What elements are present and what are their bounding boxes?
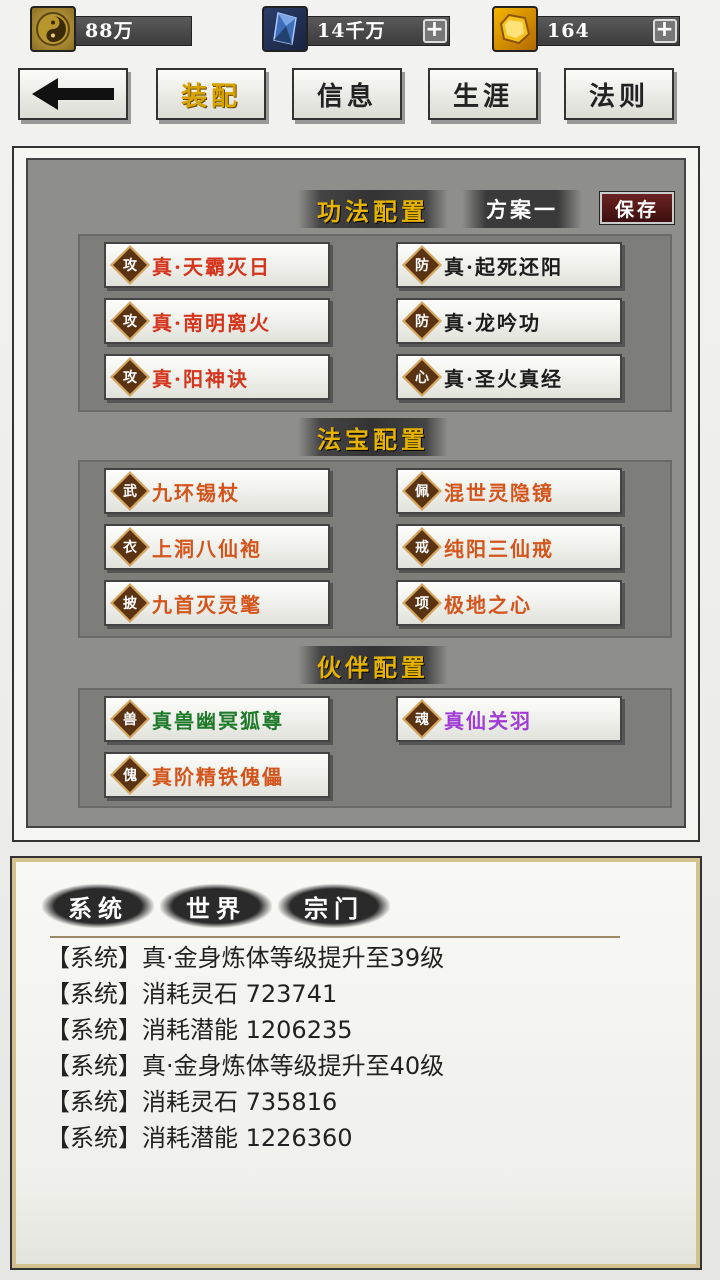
resource-crystal-amount: 14千万: [317, 20, 386, 42]
treasure-type-badge: 佩: [402, 471, 442, 511]
skill-type-label: 攻: [123, 258, 137, 274]
chat-message: 【系统】真·金身炼体等级提升至39级: [46, 944, 445, 972]
treasure-type-label: 武: [123, 484, 137, 500]
treasure-name: 上洞八仙袍: [152, 536, 262, 561]
skill-name: 真·南明离火: [152, 310, 271, 335]
partner-name: 真阶精铁傀儡: [152, 764, 284, 789]
treasure-name: 九首灭灵氅: [152, 592, 262, 617]
treasure-name: 极地之心: [444, 592, 532, 617]
blue-crystal-icon: [262, 6, 308, 52]
save-button[interactable]: 保存: [599, 191, 675, 225]
treasure-slot[interactable]: 戒纯阳三仙戒: [396, 524, 622, 570]
treasure-type-label: 项: [415, 596, 429, 612]
resource-crystal: 14千万 +: [262, 6, 450, 52]
skill-slot[interactable]: 防真·龙吟功: [396, 298, 622, 344]
treasure-name: 混世灵隐镜: [444, 480, 554, 505]
add-crystal-button[interactable]: +: [423, 19, 447, 43]
partner-type-label: 魂: [415, 712, 429, 728]
skill-type-label: 防: [415, 258, 429, 274]
chat-message: 【系统】消耗灵石 723741: [46, 980, 338, 1008]
chat-panel: 系统 世界 宗门 【系统】真·金身炼体等级提升至39级 【系统】消耗灵石 723…: [10, 856, 702, 1270]
treasure-slot[interactable]: 衣上洞八仙袍: [104, 524, 330, 570]
skill-name: 真·阳神诀: [152, 366, 249, 391]
skill-type-label: 攻: [123, 314, 137, 330]
skills-section-title: 功法配置: [298, 190, 448, 228]
partner-section-title: 伙伴配置: [298, 646, 448, 684]
treasure-type-badge: 衣: [110, 527, 150, 567]
skill-slot[interactable]: 防真·起死还阳: [396, 242, 622, 288]
treasure-name: 纯阳三仙戒: [444, 536, 554, 561]
skill-slot[interactable]: 攻真·阳神诀: [104, 354, 330, 400]
chat-message: 【系统】消耗灵石 735816: [46, 1088, 338, 1116]
skill-type-badge: 攻: [110, 245, 150, 285]
skill-name: 真·起死还阳: [444, 254, 563, 279]
yin-yang-coin-icon: [30, 6, 76, 52]
tab-law[interactable]: 法则: [564, 68, 674, 120]
skill-type-badge: 防: [402, 301, 442, 341]
partner-slot[interactable]: 魂真仙关羽: [396, 696, 622, 742]
resource-coin: 88万: [30, 6, 192, 52]
partner-type-label: 傀: [123, 768, 137, 784]
treasure-type-badge: 项: [402, 583, 442, 623]
add-gold-button[interactable]: +: [653, 19, 677, 43]
treasure-type-badge: 武: [110, 471, 150, 511]
skill-name: 真·天霸灭日: [152, 254, 271, 279]
partner-type-badge: 魂: [402, 699, 442, 739]
treasure-type-label: 戒: [415, 540, 429, 556]
tab-info[interactable]: 信息: [292, 68, 402, 120]
treasure-slot[interactable]: 披九首灭灵氅: [104, 580, 330, 626]
gold-gem-icon: [492, 6, 538, 52]
resource-gold: 164 +: [492, 6, 680, 52]
treasure-slot[interactable]: 武九环锡杖: [104, 468, 330, 514]
partner-type-label: 兽: [123, 712, 137, 728]
skill-name: 真·龙吟功: [444, 310, 541, 335]
treasure-slot[interactable]: 佩混世灵隐镜: [396, 468, 622, 514]
treasure-type-label: 披: [123, 596, 137, 612]
treasure-name: 九环锡杖: [152, 480, 240, 505]
chat-message: 【系统】消耗潜能 1206235: [46, 1016, 353, 1044]
skill-type-badge: 攻: [110, 301, 150, 341]
chat-message-list[interactable]: 【系统】真·金身炼体等级提升至39级 【系统】消耗灵石 723741 【系统】消…: [46, 940, 666, 1156]
skill-type-label: 心: [415, 370, 429, 386]
config-panel: 功法配置 方案一 保存 法宝配置 伙伴配置 攻真·天霸灭日防真·起死还阳攻真·南…: [12, 146, 700, 842]
skill-type-badge: 心: [402, 357, 442, 397]
plan-selector[interactable]: 方案一: [462, 190, 582, 228]
skill-slot[interactable]: 心真·圣火真经: [396, 354, 622, 400]
chat-message: 【系统】真·金身炼体等级提升至40级: [46, 1052, 445, 1080]
resource-coin-value: 88万: [70, 16, 192, 46]
resource-crystal-value: 14千万 +: [302, 16, 450, 46]
config-panel-inner: 功法配置 方案一 保存 法宝配置 伙伴配置 攻真·天霸灭日防真·起死还阳攻真·南…: [26, 158, 686, 828]
back-button[interactable]: [18, 68, 128, 120]
partner-name: 真仙关羽: [444, 708, 532, 733]
chat-tab-sect[interactable]: 宗门: [278, 884, 390, 928]
partner-slot[interactable]: 兽真兽幽冥狐尊: [104, 696, 330, 742]
partner-type-badge: 傀: [110, 755, 150, 795]
skill-slot[interactable]: 攻真·南明离火: [104, 298, 330, 344]
tab-career[interactable]: 生涯: [428, 68, 538, 120]
resource-gold-value: 164 +: [532, 16, 680, 46]
treasure-type-badge: 戒: [402, 527, 442, 567]
skill-name: 真·圣火真经: [444, 366, 563, 391]
partner-slot[interactable]: 傀真阶精铁傀儡: [104, 752, 330, 798]
chat-message: 【系统】消耗潜能 1226360: [46, 1124, 353, 1152]
arrow-left-icon: [32, 78, 114, 110]
treasure-section-title: 法宝配置: [298, 418, 448, 456]
resource-gold-amount: 164: [547, 20, 590, 42]
treasure-type-badge: 披: [110, 583, 150, 623]
partner-name: 真兽幽冥狐尊: [152, 708, 284, 733]
partner-type-badge: 兽: [110, 699, 150, 739]
skill-type-badge: 防: [402, 245, 442, 285]
skill-type-label: 攻: [123, 370, 137, 386]
tab-equip[interactable]: 装配: [156, 68, 266, 120]
chat-tab-system[interactable]: 系统: [42, 884, 154, 928]
treasure-type-label: 佩: [415, 484, 429, 500]
skill-slot[interactable]: 攻真·天霸灭日: [104, 242, 330, 288]
treasure-slot[interactable]: 项极地之心: [396, 580, 622, 626]
chat-divider: [50, 936, 620, 938]
treasure-type-label: 衣: [123, 540, 137, 556]
chat-tab-world[interactable]: 世界: [160, 884, 272, 928]
skill-type-badge: 攻: [110, 357, 150, 397]
skill-type-label: 防: [415, 314, 429, 330]
